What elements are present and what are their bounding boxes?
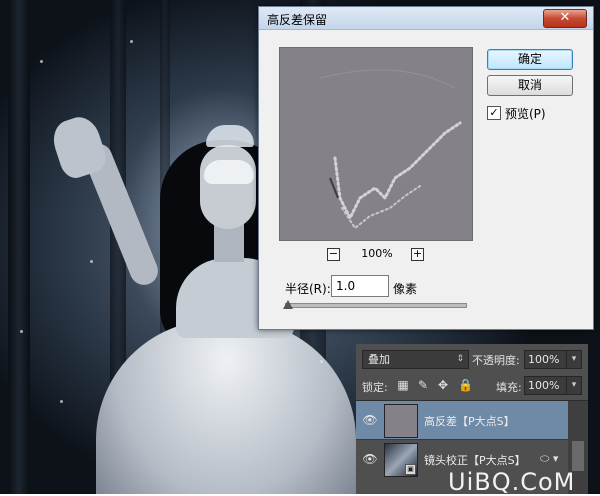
preview-checkbox-label: 预览(P) (505, 107, 546, 121)
figure-face (200, 145, 256, 229)
figure-tiara (206, 125, 254, 147)
snowflake (320, 360, 323, 363)
blend-mode-value: 叠加 (368, 353, 390, 366)
layer-name: 高反差【P大点S】 (424, 415, 515, 428)
eye-icon[interactable]: 👁 (362, 413, 378, 427)
zoom-level: 100% (361, 247, 393, 260)
tree-trunk (8, 0, 30, 494)
radius-slider-thumb[interactable] (283, 300, 293, 309)
close-icon: ✕ (559, 10, 571, 25)
cancel-button[interactable]: 取消 (487, 75, 573, 96)
ok-button[interactable]: 确定 (487, 49, 573, 70)
snowflake (20, 330, 23, 333)
figure-mask (204, 160, 254, 184)
close-button[interactable]: ✕ (543, 9, 587, 28)
check-icon: ✓ (489, 106, 499, 119)
brush-icon[interactable]: ✎ (416, 378, 430, 392)
snowflake (130, 40, 133, 43)
opacity-input[interactable]: 100% (524, 350, 567, 369)
minus-icon: − (328, 247, 339, 260)
lock-label: 锁定: (362, 381, 388, 394)
move-icon[interactable]: ✥ (436, 378, 450, 392)
fill-label: 填充: (496, 381, 522, 394)
snowflake (60, 400, 63, 403)
zoom-in-button[interactable]: + (411, 248, 424, 261)
smart-object-icon: ▣ (405, 464, 416, 475)
fill-input[interactable]: 100% (524, 376, 567, 395)
high-pass-dialog: 高反差保留 ✕ − 100% + 确定 取消 ✓ 预览(P) 半径(R): 像素 (258, 6, 594, 330)
opacity-label: 不透明度: (472, 354, 520, 367)
fill-dropdown-button[interactable]: ▾ (566, 376, 582, 395)
dialog-title: 高反差保留 (267, 13, 328, 27)
filter-preview[interactable] (279, 47, 473, 241)
radius-label: 半径(R): (285, 282, 331, 296)
eye-icon[interactable]: 👁 (362, 452, 378, 466)
scrollbar-thumb[interactable] (572, 441, 584, 471)
lock-icon[interactable]: 🔒 (458, 378, 473, 392)
radius-unit-label: 像素 (393, 282, 418, 296)
chevron-down-icon: ▾ (571, 354, 577, 364)
preview-zoom-controls: − 100% + (279, 247, 471, 263)
layer-thumbnail (384, 404, 418, 438)
transparency-lock-icon[interactable]: ▦ (396, 378, 410, 392)
preview-checkbox[interactable]: ✓ (487, 106, 501, 120)
dialog-titlebar[interactable]: 高反差保留 ✕ (259, 7, 593, 30)
zoom-out-button[interactable]: − (327, 248, 340, 261)
layer-row[interactable]: 👁 高反差【P大点S】 (356, 401, 568, 439)
radius-input[interactable] (331, 275, 389, 297)
site-watermark: UiBQ.CoM (448, 468, 576, 496)
snowflake (40, 60, 43, 63)
layer-effects-icon[interactable]: ⬭ ▾ (540, 452, 558, 466)
plus-icon: + (412, 247, 423, 260)
chevron-down-icon: ▾ (571, 380, 577, 390)
layer-name: 镜头校正【P大点S】 (424, 454, 526, 467)
radius-slider-track[interactable] (285, 303, 467, 308)
layer-thumbnail: ▣ (384, 443, 418, 477)
snowflake (90, 260, 93, 263)
updown-arrow-icon: ⇕ (456, 354, 464, 364)
opacity-dropdown-button[interactable]: ▾ (566, 350, 582, 369)
preview-edges (319, 69, 462, 230)
blend-mode-select[interactable]: 叠加 ⇕ (362, 350, 469, 369)
